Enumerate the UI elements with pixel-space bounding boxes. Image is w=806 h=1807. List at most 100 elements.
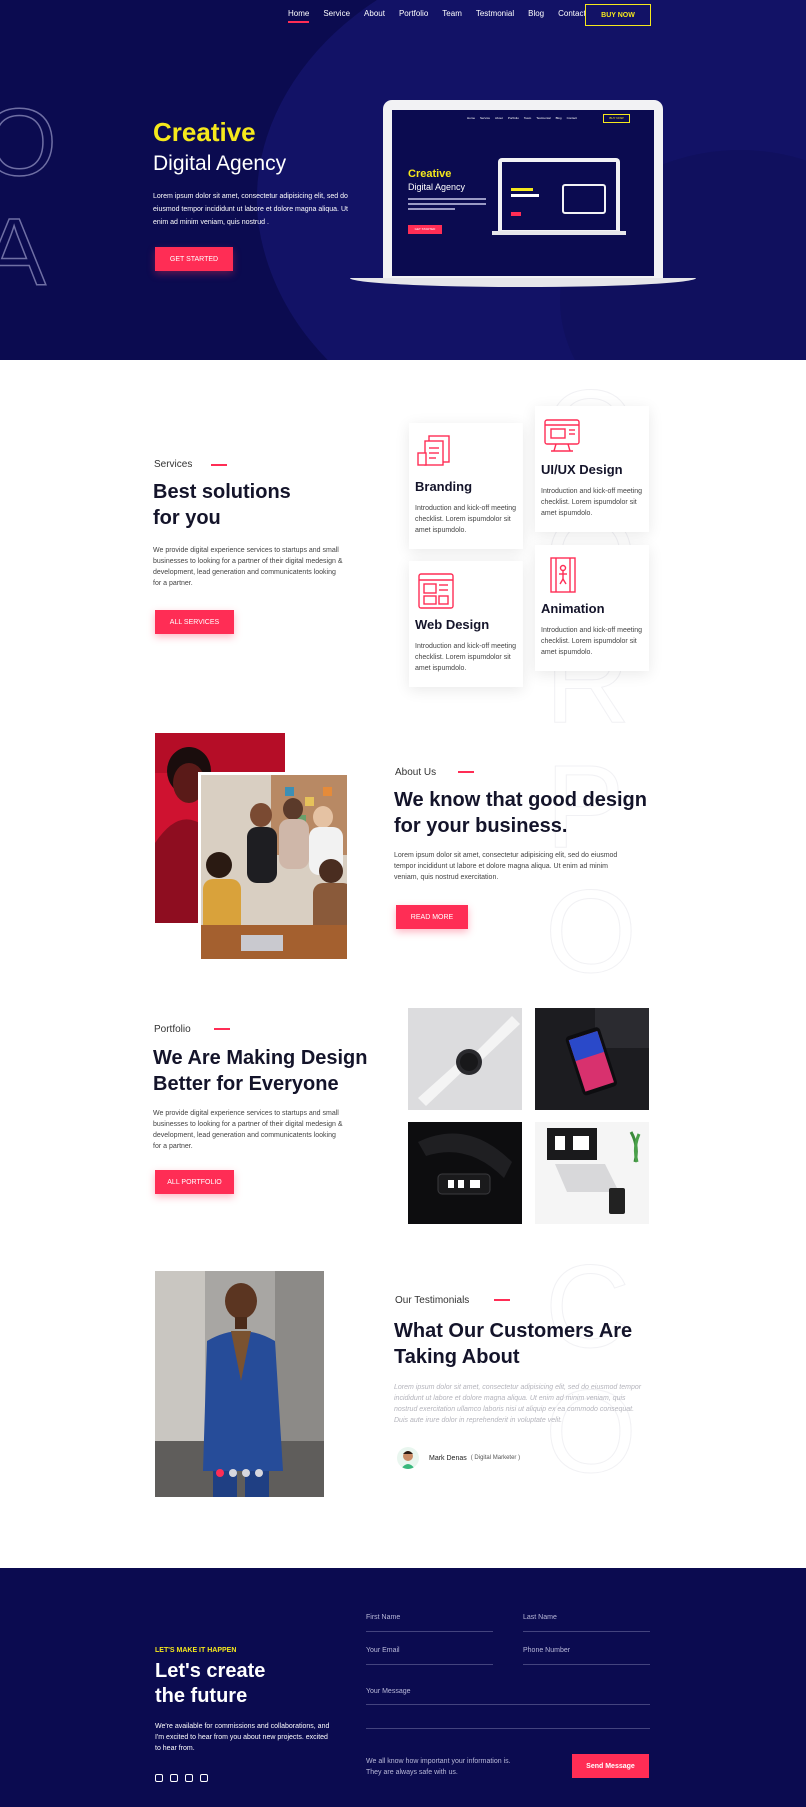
- mockup-subtitle: Digital Agency: [408, 182, 466, 192]
- slider-dot[interactable]: [242, 1469, 250, 1477]
- label-accent-line: [494, 1299, 510, 1301]
- slider-dot[interactable]: [229, 1469, 237, 1477]
- facebook-icon[interactable]: [155, 1774, 163, 1782]
- footer-tagline: LET'S MAKE IT HAPPEN: [155, 1647, 237, 1654]
- services-label: Services: [154, 459, 193, 470]
- laptop-screen: Home Service About Portfolio Team Testmo…: [392, 110, 654, 276]
- get-started-button[interactable]: GET STARTED: [155, 247, 233, 271]
- portfolio-title-line: Better for Everyone: [153, 1073, 339, 1095]
- slider-dot[interactable]: [255, 1469, 263, 1477]
- portfolio-item-laptop[interactable]: [535, 1122, 649, 1224]
- card-title: Web Design: [415, 617, 490, 632]
- mockup-nav-item: Testmonial: [536, 116, 551, 120]
- all-services-button[interactable]: ALL SERVICES: [155, 610, 234, 634]
- field-underline: [366, 1704, 650, 1705]
- first-name-field[interactable]: First Name: [366, 1614, 400, 1621]
- services-description: We provide digital experience services t…: [153, 547, 343, 587]
- phone-field[interactable]: Phone Number: [523, 1647, 570, 1654]
- hero-section: O A Home Service About Portfolio Team Te…: [0, 0, 806, 360]
- mockup-nav-item: Contact: [566, 116, 577, 120]
- instagram-icon[interactable]: [200, 1774, 208, 1782]
- footer-description: We're available for commissions and coll…: [155, 1723, 330, 1752]
- author-avatar: [397, 1447, 419, 1469]
- service-card-branding[interactable]: Branding Introduction and kick-off meeti…: [409, 423, 523, 549]
- services-title-line: for you: [153, 507, 221, 529]
- nav-home[interactable]: Home: [288, 9, 310, 23]
- all-portfolio-button[interactable]: ALL PORTFOLIO: [155, 1170, 234, 1194]
- laptop-mockup: Home Service About Portfolio Team Testmo…: [350, 100, 696, 290]
- laptop-base: [350, 278, 696, 287]
- testimonial-slider-dots: [216, 1469, 263, 1477]
- field-underline: [523, 1664, 650, 1665]
- slider-dot-active[interactable]: [216, 1469, 224, 1477]
- label-accent-line: [211, 464, 227, 466]
- portfolio-item-fitness-band[interactable]: [408, 1122, 522, 1224]
- send-message-button[interactable]: Send Message: [572, 1754, 649, 1778]
- mockup-nav-item: About: [495, 116, 503, 120]
- contact-footer: LET'S MAKE IT HAPPEN Let's create the fu…: [0, 1568, 806, 1807]
- footer-title-line: Let's create: [155, 1660, 266, 1682]
- mockup-nav-item: Service: [480, 116, 491, 120]
- footer-title-line: the future: [155, 1685, 248, 1707]
- mockup-button: GET STARTED: [408, 225, 442, 234]
- field-underline: [523, 1631, 650, 1632]
- field-underline: [366, 1664, 493, 1665]
- service-card-uiux[interactable]: UI/UX Design Introduction and kick-off m…: [535, 406, 649, 532]
- testimonial-photo: [155, 1271, 324, 1497]
- nav-service[interactable]: Service: [323, 9, 350, 18]
- portfolio-item-phone[interactable]: [535, 1008, 649, 1110]
- animation-icon: [541, 555, 583, 595]
- card-title: Animation: [541, 601, 605, 616]
- services-title-line: Best solutions: [153, 481, 291, 503]
- nav-about[interactable]: About: [364, 9, 385, 18]
- footer-title: Let's create the future: [155, 1659, 265, 1709]
- card-description: Introduction and kick-off meeting checkl…: [541, 488, 643, 517]
- mockup-nav-item: Team: [523, 116, 532, 120]
- about-title: We know that good design for your busine…: [394, 787, 647, 839]
- last-name-field[interactable]: Last Name: [523, 1614, 557, 1621]
- read-more-button[interactable]: READ MORE: [396, 905, 468, 929]
- hero-subtitle: Digital Agency: [153, 152, 287, 175]
- hero-outline-letter: O: [0, 89, 57, 196]
- testimonials-title-line: What Our Customers Are: [394, 1320, 633, 1342]
- social-links: [155, 1774, 208, 1782]
- linkedin-icon[interactable]: [185, 1774, 193, 1782]
- web-design-icon: [415, 571, 457, 611]
- about-description: Lorem ipsum dolor sit amet, consectetur …: [394, 852, 618, 881]
- email-field[interactable]: Your Email: [366, 1647, 400, 1654]
- portfolio-item-watch[interactable]: [408, 1008, 522, 1110]
- card-description: Introduction and kick-off meeting checkl…: [415, 643, 517, 672]
- nav-team[interactable]: Team: [442, 9, 462, 18]
- uiux-icon: [541, 416, 583, 456]
- about-label: About Us: [395, 767, 437, 778]
- portfolio-title-line: We Are Making Design: [153, 1047, 368, 1069]
- service-card-web-design[interactable]: Web Design Introduction and kick-off mee…: [409, 561, 523, 687]
- ghost-letter: O: [545, 866, 638, 998]
- card-title: Branding: [415, 479, 473, 494]
- portfolio-title: We Are Making Design Better for Everyone: [153, 1045, 368, 1097]
- about-title-line: We know that good design: [394, 789, 647, 811]
- main-nav: Home Service About Portfolio Team Testmo…: [288, 9, 586, 23]
- hero-outline-letter: A: [0, 199, 47, 306]
- nav-testimonial[interactable]: Testmonial: [476, 9, 514, 18]
- testimonials-label: Our Testimonials: [395, 1295, 470, 1306]
- mockup-inner-laptop: [492, 158, 626, 236]
- mockup-nav-item: Home: [467, 116, 476, 120]
- label-accent-line: [458, 771, 474, 773]
- nav-portfolio[interactable]: Portfolio: [399, 9, 428, 18]
- about-photo-team: [198, 772, 350, 962]
- privacy-note-line: They are always safe with us.: [366, 1769, 458, 1776]
- card-description: Introduction and kick-off meeting checkl…: [415, 505, 517, 534]
- message-field[interactable]: Your Message: [366, 1688, 411, 1695]
- hero-description: Lorem ipsum dolor sit amet, consectetur …: [153, 193, 348, 226]
- nav-blog[interactable]: Blog: [528, 9, 544, 18]
- nav-contact[interactable]: Contact: [558, 9, 586, 18]
- twitter-icon[interactable]: [170, 1774, 178, 1782]
- mockup-nav-item: Blog: [555, 116, 562, 120]
- service-card-animation[interactable]: Animation Introduction and kick-off meet…: [535, 545, 649, 671]
- author-role: ( Digital Marketer ): [470, 1455, 521, 1461]
- buy-now-button[interactable]: BUY NOW: [585, 4, 651, 26]
- label-accent-line: [214, 1028, 230, 1030]
- branding-icon: [415, 433, 457, 473]
- portfolio-description: We provide digital experience services t…: [153, 1110, 343, 1150]
